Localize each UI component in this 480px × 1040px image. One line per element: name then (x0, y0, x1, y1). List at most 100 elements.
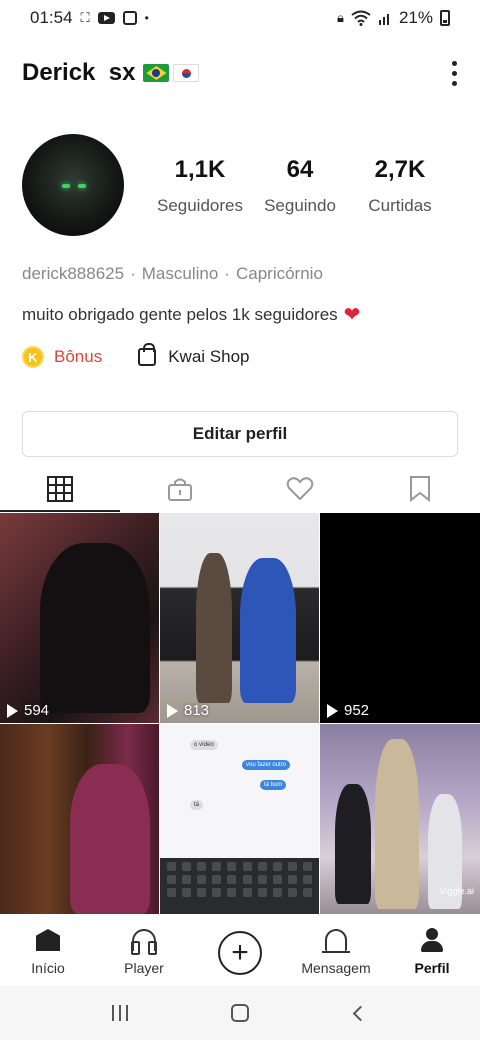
stat-label: Seguindo (264, 196, 336, 215)
profile-sign: Capricórnio (235, 264, 323, 283)
system-navigation (0, 986, 480, 1040)
stat-label: Seguidores (156, 196, 243, 215)
thumbnail-figure (40, 543, 150, 713)
stat-followers[interactable]: 1,1K Seguidores (150, 156, 250, 216)
tab-private[interactable] (120, 466, 240, 512)
video-thumbnail[interactable]: 594 (0, 513, 159, 723)
tab-saved[interactable] (360, 466, 480, 512)
back-chevron-icon (352, 1005, 368, 1021)
profile-meta: derick888625 · Masculino · Capricórnio (22, 264, 323, 284)
lock-icon (168, 478, 192, 501)
status-bar: 01:54 ⛶ • 🔒︎ 21% (0, 0, 480, 36)
video-thumbnail[interactable]: 952 (320, 513, 480, 723)
plus-icon: + (218, 931, 262, 975)
flag-emojis (143, 64, 200, 82)
thumbnail-figure (335, 784, 371, 904)
home-icon (36, 929, 60, 951)
avatar-eye-right (78, 184, 86, 188)
youtube-icon (97, 12, 115, 24)
bookmark-icon (410, 476, 430, 502)
nav-player[interactable]: Player (96, 926, 192, 976)
video-thumbnail[interactable]: 813 (160, 513, 319, 723)
grid-icon (47, 476, 73, 502)
nav-profile[interactable]: Perfil (384, 926, 480, 976)
nav-label: Player (124, 960, 164, 976)
bonus-link[interactable]: Bônus (54, 347, 102, 367)
nav-label: Mensagem (301, 960, 371, 976)
view-count: 952 (327, 702, 369, 719)
lock-status-icon: 🔒︎ (337, 10, 344, 25)
bottom-navigation: Início Player + Mensagem Perfil (0, 916, 480, 986)
tab-videos[interactable] (0, 466, 120, 512)
view-count: 594 (7, 702, 49, 719)
red-heart-icon: ❤ (343, 304, 361, 326)
profile-name: Derick sx (22, 59, 136, 86)
nav-label: Início (31, 960, 65, 976)
view-count: 813 (167, 702, 209, 719)
screen-record-icon: ⛶ (80, 10, 90, 25)
view-count-value: 813 (184, 702, 210, 719)
chat-bubble: vou fazer outro (242, 760, 291, 770)
edit-profile-button[interactable]: Editar perfil (22, 411, 458, 457)
recents-icon (112, 1005, 128, 1021)
recents-button[interactable] (100, 998, 140, 1028)
south-korea-flag-icon (173, 64, 200, 82)
separator: · (130, 264, 136, 283)
bio-text: muito obrigado gente pelos 1k seguidores (22, 304, 338, 324)
nav-label: Perfil (414, 960, 450, 976)
stat-value: 64 (286, 156, 314, 183)
tab-liked[interactable] (240, 466, 360, 512)
heart-icon (286, 477, 314, 501)
home-square-icon (231, 1004, 249, 1022)
content-tabs (0, 466, 480, 512)
video-thumbnail[interactable]: Viggle.ai (320, 724, 480, 914)
bonus-coin-icon[interactable]: K (22, 346, 44, 368)
play-icon (327, 703, 338, 718)
profile-stats: 1,1K Seguidores 64 Seguindo 2,7K Curtida… (150, 156, 450, 216)
keyboard-preview (160, 858, 319, 914)
play-icon (7, 703, 18, 718)
video-thumbnail[interactable] (0, 724, 159, 914)
stat-label: Curtidas (368, 196, 432, 215)
kwai-shop-link[interactable]: Kwai Shop (168, 347, 249, 367)
profile-header: Derick sx (22, 58, 458, 88)
chat-bubble: tá (190, 800, 204, 810)
video-thumbnail[interactable]: o vídeo vou fazer outro tá bom tá (160, 724, 319, 914)
profile-links: K Bônus Kwai Shop (22, 343, 249, 368)
kwai-icon (122, 11, 137, 25)
viggle-watermark: Viggle.ai (439, 886, 474, 896)
status-right: 🔒︎ 21% (337, 8, 450, 28)
thumbnail-figure (70, 764, 150, 914)
avatar[interactable] (22, 134, 124, 236)
shopping-bag-icon[interactable] (138, 343, 157, 366)
thumbnail-figure (240, 558, 296, 703)
thumbnail-figure (196, 553, 232, 703)
stat-value: 1,1K (174, 156, 226, 183)
thumbnail-figure (375, 739, 419, 909)
dot-icon: • (144, 11, 149, 25)
bell-icon (322, 929, 350, 953)
view-count-value: 952 (344, 702, 370, 719)
profile-gender: Masculino (141, 264, 219, 283)
battery-percent: 21% (398, 8, 433, 27)
chat-bubble: o vídeo (190, 740, 218, 750)
nav-messages[interactable]: Mensagem (288, 926, 384, 976)
nav-home[interactable]: Início (0, 926, 96, 976)
wifi-icon (351, 10, 371, 26)
headphones-icon (131, 929, 157, 955)
brazil-flag-icon (143, 64, 170, 82)
separator: · (224, 264, 230, 283)
stat-likes[interactable]: 2,7K Curtidas (350, 156, 450, 216)
status-left: 01:54 ⛶ • (30, 8, 149, 28)
back-button[interactable] (340, 998, 380, 1028)
person-icon (420, 928, 444, 952)
nav-create[interactable]: + (192, 927, 288, 975)
view-count-value: 594 (24, 702, 50, 719)
stat-following[interactable]: 64 Seguindo (250, 156, 350, 216)
home-button[interactable] (220, 998, 260, 1028)
avatar-eye-left (62, 184, 70, 188)
profile-handle: derick888625 (22, 264, 125, 283)
profile-bio: muito obrigado gente pelos 1k seguidores… (22, 302, 360, 327)
stat-value: 2,7K (374, 156, 426, 183)
more-options-icon[interactable] (452, 60, 458, 86)
